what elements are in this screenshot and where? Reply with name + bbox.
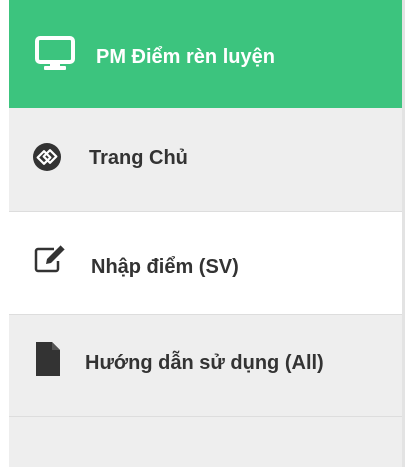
sidebar-item-label: Nhập điểm (SV) xyxy=(91,256,239,278)
sidebar-item-home[interactable]: Trang Chủ xyxy=(9,108,402,212)
sidebar: PM Điểm rèn luyện Trang Chủ Nhập điểm (S… xyxy=(0,0,409,467)
edit-icon xyxy=(34,244,70,279)
sidebar-right-border xyxy=(402,0,405,467)
brand-title: PM Điểm rèn luyện xyxy=(96,46,275,68)
sidebar-item-label: Trang Chủ xyxy=(89,147,188,169)
monitor-icon xyxy=(35,36,75,77)
sidebar-item-guide[interactable]: Hướng dẫn sử dụng (All) xyxy=(9,315,402,417)
sidebar-item-input-score[interactable]: Nhập điểm (SV) xyxy=(9,212,402,315)
sidebar-empty-row xyxy=(9,417,402,467)
link-circle-icon xyxy=(32,142,62,177)
sidebar-brand[interactable]: PM Điểm rèn luyện xyxy=(9,0,402,108)
document-icon xyxy=(34,340,62,383)
sidebar-item-label: Hướng dẫn sử dụng (All) xyxy=(85,352,324,374)
